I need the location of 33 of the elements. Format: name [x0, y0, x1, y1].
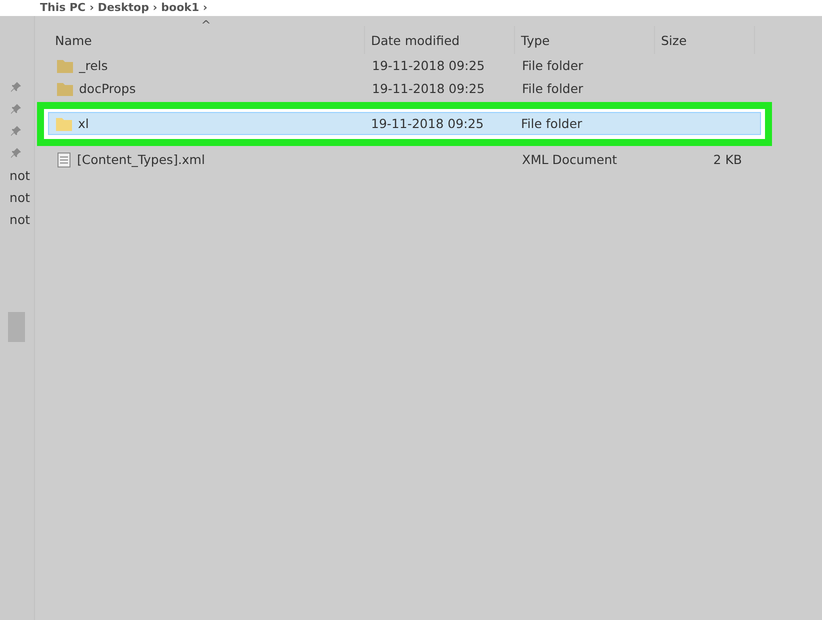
- file-row[interactable]: docProps 19-11-2018 09:25 File folder: [49, 77, 764, 100]
- folder-icon: [56, 80, 74, 96]
- file-size: 2 KB: [713, 152, 742, 167]
- file-name: xl: [78, 116, 89, 131]
- file-type: File folder: [522, 58, 584, 73]
- file-row[interactable]: _rels 19-11-2018 09:25 File folder: [49, 54, 764, 77]
- file-type: File folder: [521, 116, 582, 131]
- file-type: XML Document: [522, 152, 618, 167]
- column-header[interactable]: Date modified: [365, 26, 515, 54]
- file-name: docProps: [79, 81, 136, 96]
- column-header[interactable]: Type: [515, 26, 655, 54]
- pin-icon[interactable]: [10, 81, 22, 93]
- folder-icon: [55, 116, 73, 132]
- pin-icon[interactable]: [10, 125, 22, 137]
- pin-icon[interactable]: [10, 103, 22, 115]
- file-name: [Content_Types].xml: [77, 152, 205, 167]
- quick-access-item[interactable]: not: [10, 190, 30, 204]
- file-row[interactable]: [Content_Types].xml XML Document 2 KB: [49, 148, 764, 171]
- quick-access-item[interactable]: not: [10, 212, 30, 226]
- column-header[interactable]: Size: [655, 26, 755, 54]
- quick-access-item[interactable]: not: [10, 168, 30, 182]
- date-modified: 19-11-2018 09:25: [372, 81, 485, 96]
- file-name: _rels: [79, 58, 108, 73]
- document-icon: [56, 152, 72, 168]
- column-header[interactable]: Name: [49, 26, 365, 54]
- breadcrumb[interactable]: This PC › Desktop › book1 ›: [40, 1, 208, 15]
- folder-icon: [56, 58, 74, 74]
- pin-icon[interactable]: [10, 147, 22, 159]
- file-row[interactable]: xl 19-11-2018 09:25 File folder: [48, 112, 761, 135]
- file-type: File folder: [522, 81, 584, 96]
- date-modified: 19-11-2018 09:25: [372, 58, 485, 73]
- scrollbar-thumb[interactable]: [8, 312, 25, 342]
- date-modified: 19-11-2018 09:25: [371, 116, 484, 131]
